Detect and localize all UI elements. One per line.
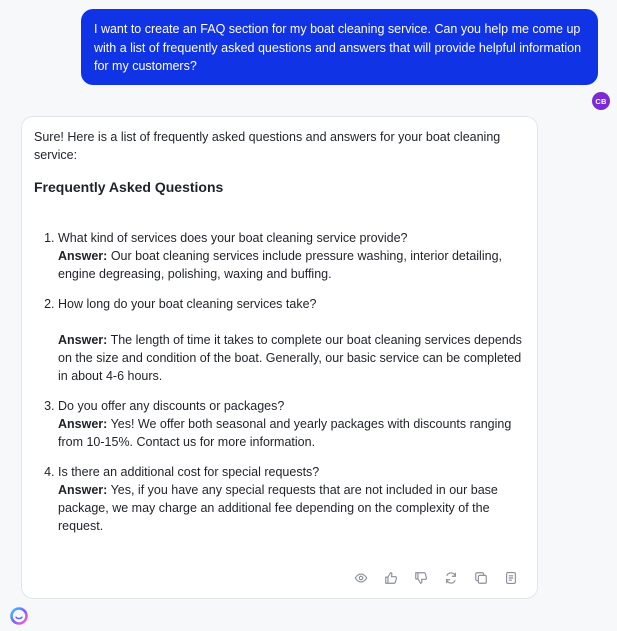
message-actions bbox=[353, 570, 519, 586]
user-message-bubble: I want to create an FAQ section for my b… bbox=[81, 9, 598, 85]
assistant-intro: Sure! Here is a list of frequently asked… bbox=[34, 130, 501, 162]
user-message-text: I want to create an FAQ section for my b… bbox=[94, 22, 582, 73]
thumbs-up-icon[interactable] bbox=[383, 570, 399, 586]
thumbs-down-icon[interactable] bbox=[413, 570, 429, 586]
answer-label: Answer: bbox=[58, 483, 108, 497]
refresh-icon[interactable] bbox=[443, 570, 459, 586]
user-avatar-initials: CB bbox=[595, 96, 607, 106]
answer-label: Answer: bbox=[58, 417, 108, 431]
faq-question: What kind of services does your boat cle… bbox=[58, 231, 408, 245]
faq-answer: Yes, if you have any special requests th… bbox=[58, 483, 498, 533]
faq-answer: Yes! We offer both seasonal and yearly p… bbox=[58, 417, 512, 449]
faq-item: What kind of services does your boat cle… bbox=[58, 229, 524, 283]
answer-label: Answer: bbox=[58, 333, 108, 347]
assistant-avatar-icon bbox=[9, 606, 29, 626]
eye-icon[interactable] bbox=[353, 570, 369, 586]
faq-item: Do you offer any discounts or packages? … bbox=[58, 397, 524, 451]
faq-item: Is there an additional cost for special … bbox=[58, 463, 524, 535]
faq-answer: Our boat cleaning services include press… bbox=[58, 249, 502, 281]
user-avatar[interactable]: CB bbox=[592, 92, 610, 110]
answer-label: Answer: bbox=[58, 249, 108, 263]
document-icon[interactable] bbox=[503, 570, 519, 586]
faq-question: How long do your boat cleaning services … bbox=[58, 297, 317, 311]
faq-question: Is there an additional cost for special … bbox=[58, 465, 320, 479]
assistant-message-bubble: Sure! Here is a list of frequently asked… bbox=[21, 116, 538, 599]
copy-icon[interactable] bbox=[473, 570, 489, 586]
faq-question: Do you offer any discounts or packages? bbox=[58, 399, 285, 413]
faq-list: What kind of services does your boat cle… bbox=[34, 229, 524, 535]
faq-heading: Frequently Asked Questions bbox=[34, 179, 224, 195]
faq-item: How long do your boat cleaning services … bbox=[58, 295, 524, 385]
faq-answer: The length of time it takes to complete … bbox=[58, 333, 522, 383]
